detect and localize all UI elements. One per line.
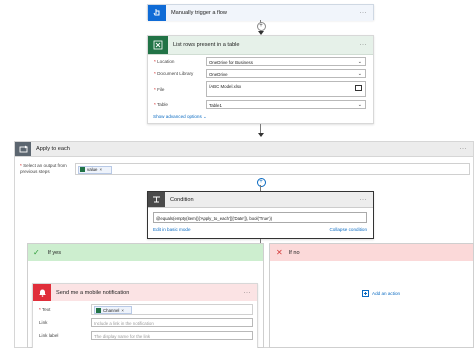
connector-arrow-icon [257,133,264,137]
table-select[interactable]: Table1 ⌄ [206,100,366,109]
select-output-label: * Select an output from previous steps [20,163,67,174]
checkmark-icon: ✓ [33,248,40,257]
file-field[interactable]: /ABC Model.xlsx [206,81,366,97]
bell-icon [33,284,51,301]
list-rows-card[interactable]: List rows present in a table ··· * Locat… [147,35,374,124]
if-yes-title: If yes [47,249,62,256]
trigger-more-button[interactable]: ··· [360,10,368,16]
add-action-icon [362,290,369,297]
if-no-branch: ✕ If no Add an action [269,243,474,348]
link-label-label: Link label [39,333,59,338]
edit-basic-mode-link[interactable]: Edit in basic mode [153,227,191,232]
channel-token: Channel × [94,306,132,314]
condition-expression-field[interactable]: @equals(empty(item()['Apply_to_each'])['… [153,212,367,223]
chevron-down-icon: ⌄ [357,102,362,108]
select-output-field[interactable]: value × [75,163,470,175]
apply-to-each-title: Apply to each [36,146,70,152]
hand-trigger-icon [148,5,166,21]
apply-to-each-more-button[interactable]: ··· [460,146,468,152]
excel-icon [148,36,168,54]
link-label-input[interactable]: The display name for the link [91,331,253,340]
chevron-down-icon: ⌄ [357,71,362,77]
document-library-label: * Document Library [154,71,194,76]
excel-token-icon [80,167,85,172]
text-label: * Text [39,307,51,312]
value-token: value × [78,165,112,174]
notification-title: Send me a mobile notification [56,289,130,296]
if-no-title: If no [288,249,300,256]
collapse-condition-link[interactable]: Collapse condition [329,227,367,232]
show-advanced-options-link[interactable]: Show advanced options ⌄ [153,114,207,120]
mobile-notification-card[interactable]: Send me a mobile notification ··· * Text… [32,283,258,348]
insert-step-plus-icon[interactable]: + [256,178,266,187]
folder-icon[interactable] [355,85,362,91]
add-action-button[interactable]: Add an action [362,290,400,297]
notification-more-button[interactable]: ··· [244,290,252,296]
remove-token-button[interactable]: × [121,308,124,313]
chevron-down-icon: ⌄ [357,59,362,65]
location-select[interactable]: OneDrive for Business ⌄ [206,57,366,66]
close-icon: ✕ [276,248,283,257]
remove-token-button[interactable]: × [100,167,103,172]
link-input[interactable]: Include a link in the notification [91,318,253,327]
file-label: * File [154,87,165,92]
table-label: * Table [154,102,168,107]
link-label: Link [39,320,48,325]
condition-title: Condition [170,196,194,203]
condition-icon [148,192,165,207]
trigger-title: Manually trigger a flow [171,10,227,16]
condition-card[interactable]: Condition ··· @equals(empty(item()['Appl… [147,191,374,239]
text-field[interactable]: Channel × [91,304,253,315]
trigger-card[interactable]: Manually trigger a flow ··· [147,4,374,21]
list-rows-more-button[interactable]: ··· [360,42,368,48]
condition-more-button[interactable]: ··· [360,197,368,203]
loop-icon [15,142,31,156]
location-label: * Location [154,59,175,64]
list-rows-title: List rows present in a table [173,42,240,48]
excel-token-icon [96,307,101,313]
document-library-select[interactable]: OneDrive ⌄ [206,69,366,78]
insert-step-plus-icon[interactable]: + [256,22,266,31]
